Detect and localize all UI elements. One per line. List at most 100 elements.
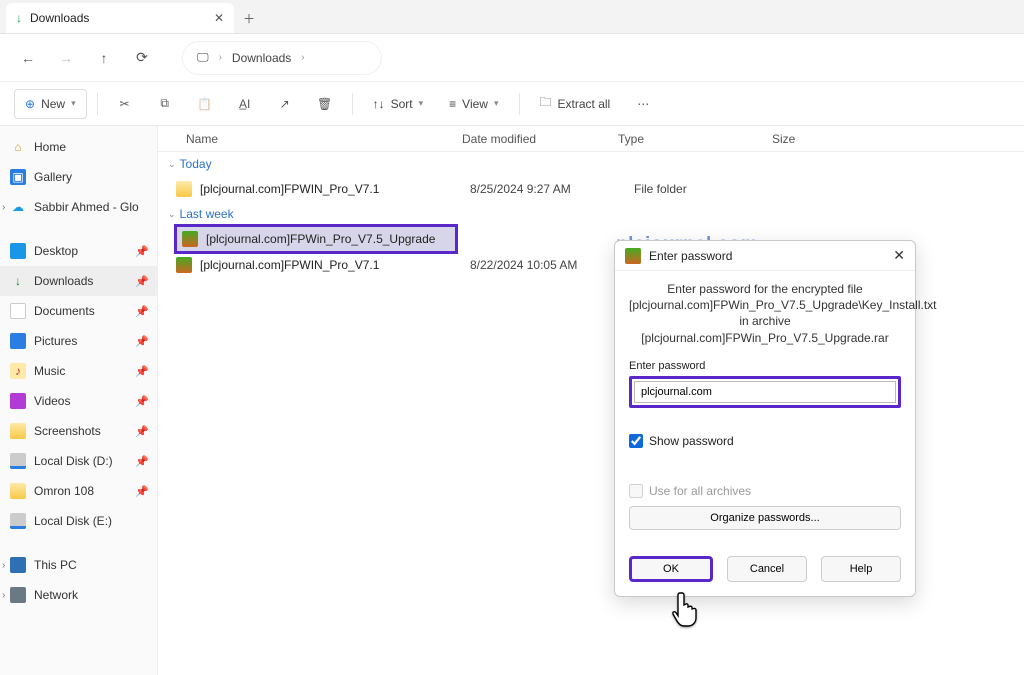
chevron-right-icon[interactable]: › bbox=[2, 560, 5, 571]
sidebar-item-desktop[interactable]: Desktop 📌 bbox=[0, 236, 157, 266]
pin-icon: 📌 bbox=[135, 455, 149, 468]
sidebar-item-label: Local Disk (D:) bbox=[34, 454, 113, 468]
sidebar-item-label: This PC bbox=[34, 558, 77, 572]
group-lastweek[interactable]: ⌄Last week bbox=[158, 202, 1024, 226]
folder-icon bbox=[10, 423, 26, 439]
sidebar: ⌂Home ▣Gallery ›☁Sabbir Ahmed - Glo Desk… bbox=[0, 126, 158, 675]
group-label: Last week bbox=[180, 207, 234, 221]
column-headers: Name Date modified Type Size bbox=[158, 126, 1024, 152]
file-row-selected[interactable]: [plcjournal.com]FPWin_Pro_V7.5_Upgrade bbox=[176, 226, 456, 252]
column-name[interactable]: Name bbox=[186, 132, 462, 146]
pin-icon: 📌 bbox=[135, 395, 149, 408]
sidebar-item-gallery[interactable]: ▣Gallery bbox=[0, 162, 157, 192]
music-icon: ♪ bbox=[10, 363, 26, 379]
new-label: New bbox=[41, 97, 65, 111]
view-button[interactable]: ≡ View ▾ bbox=[439, 89, 508, 119]
sidebar-item-thispc[interactable]: › This PC bbox=[0, 550, 157, 580]
sidebar-item-label: Screenshots bbox=[34, 424, 101, 438]
ok-button[interactable]: OK bbox=[629, 556, 713, 582]
sidebar-item-label: Documents bbox=[34, 304, 95, 318]
extract-icon: 🗀 bbox=[540, 93, 552, 114]
more-button[interactable]: ⋯ bbox=[626, 89, 660, 119]
rar-icon bbox=[625, 248, 641, 264]
share-button[interactable]: ↗ bbox=[268, 89, 302, 119]
back-button[interactable]: ← bbox=[20, 50, 36, 66]
new-button[interactable]: ⊕ New ▾ bbox=[14, 89, 87, 119]
desktop-icon bbox=[10, 243, 26, 259]
sidebar-item-onedrive[interactable]: ›☁Sabbir Ahmed - Glo bbox=[0, 192, 157, 222]
paste-button[interactable]: 📋 bbox=[188, 89, 222, 119]
sidebar-item-screenshots[interactable]: Screenshots📌 bbox=[0, 416, 157, 446]
new-tab-button[interactable]: ＋ bbox=[234, 3, 264, 33]
copy-button[interactable]: ⧉ bbox=[148, 89, 182, 119]
pin-icon: 📌 bbox=[135, 335, 149, 348]
sidebar-item-label: Videos bbox=[34, 394, 70, 408]
chevron-down-icon: ▾ bbox=[494, 98, 499, 109]
tab-downloads[interactable]: ↓ Downloads ✕ bbox=[6, 3, 234, 33]
sidebar-item-pictures[interactable]: Pictures 📌 bbox=[0, 326, 157, 356]
sidebar-item-disk-e[interactable]: Local Disk (E:) bbox=[0, 506, 157, 536]
file-type: File folder bbox=[634, 182, 788, 196]
pin-icon: 📌 bbox=[135, 305, 149, 318]
chevron-right-icon[interactable]: › bbox=[2, 202, 5, 213]
column-date[interactable]: Date modified bbox=[462, 132, 618, 146]
cut-button[interactable]: ✂ bbox=[108, 89, 142, 119]
show-password-input[interactable] bbox=[629, 434, 643, 448]
refresh-button[interactable]: ⟳ bbox=[134, 50, 150, 66]
sidebar-item-label: Sabbir Ahmed - Glo bbox=[34, 200, 139, 214]
sidebar-item-omron[interactable]: Omron 108📌 bbox=[0, 476, 157, 506]
dialog-info-line: in archive [plcjournal.com]FPWin_Pro_V7.… bbox=[629, 313, 901, 345]
sidebar-item-downloads[interactable]: ↓Downloads📌 bbox=[0, 266, 157, 296]
password-input[interactable] bbox=[634, 381, 896, 403]
use-all-archives-checkbox[interactable]: Use for all archives bbox=[629, 484, 901, 498]
chevron-right-icon: › bbox=[301, 52, 304, 63]
password-dialog: Enter password ✕ Enter password for the … bbox=[614, 240, 916, 597]
file-row[interactable]: [plcjournal.com]FPWIN_Pro_V7.1 8/25/2024… bbox=[158, 176, 1024, 202]
up-button[interactable]: ↑ bbox=[96, 50, 112, 66]
file-name: [plcjournal.com]FPWin_Pro_V7.5_Upgrade bbox=[206, 232, 435, 246]
forward-button[interactable]: → bbox=[58, 50, 74, 66]
sidebar-item-home[interactable]: ⌂Home bbox=[0, 132, 157, 162]
sidebar-item-music[interactable]: ♪Music📌 bbox=[0, 356, 157, 386]
rename-button[interactable]: A̲І bbox=[228, 89, 262, 119]
column-size[interactable]: Size bbox=[772, 132, 852, 146]
column-type[interactable]: Type bbox=[618, 132, 772, 146]
pin-icon: 📌 bbox=[135, 365, 149, 378]
sidebar-item-network[interactable]: › Network bbox=[0, 580, 157, 610]
group-today[interactable]: ⌄Today bbox=[158, 152, 1024, 176]
dialog-info-line: [plcjournal.com]FPWin_Pro_V7.5_Upgrade\K… bbox=[629, 297, 901, 313]
sidebar-item-label: Pictures bbox=[34, 334, 77, 348]
gallery-icon: ▣ bbox=[10, 169, 26, 185]
show-password-checkbox[interactable]: Show password bbox=[629, 434, 901, 448]
sidebar-item-label: Downloads bbox=[34, 274, 93, 288]
sidebar-item-label: Network bbox=[34, 588, 78, 602]
sidebar-item-label: Desktop bbox=[34, 244, 78, 258]
cancel-button[interactable]: Cancel bbox=[727, 556, 807, 582]
pin-icon: 📌 bbox=[135, 275, 149, 288]
sidebar-item-disk-d[interactable]: Local Disk (D:) 📌 bbox=[0, 446, 157, 476]
use-all-archives-input[interactable] bbox=[629, 484, 643, 498]
pin-icon: 📌 bbox=[135, 245, 149, 258]
sort-button[interactable]: ↑↓ Sort ▾ bbox=[363, 89, 434, 119]
separator bbox=[352, 93, 353, 115]
tab-bar: ↓ Downloads ✕ ＋ bbox=[0, 0, 1024, 34]
delete-button[interactable]: 🗑 bbox=[308, 89, 342, 119]
dialog-title: Enter password bbox=[649, 249, 732, 263]
tab-close-icon[interactable]: ✕ bbox=[214, 11, 224, 25]
file-date: 8/25/2024 9:27 AM bbox=[470, 182, 626, 196]
organize-passwords-button[interactable]: Organize passwords... bbox=[629, 506, 901, 530]
group-label: Today bbox=[180, 157, 212, 171]
view-label: View bbox=[462, 97, 488, 111]
sidebar-item-documents[interactable]: Documents 📌 bbox=[0, 296, 157, 326]
file-date: 8/22/2024 10:05 AM bbox=[470, 258, 626, 272]
document-icon bbox=[10, 303, 26, 319]
dialog-close-button[interactable]: ✕ bbox=[893, 247, 905, 264]
extract-all-button[interactable]: 🗀 Extract all bbox=[530, 89, 621, 119]
rar-icon bbox=[176, 257, 192, 273]
sort-icon: ↑↓ bbox=[373, 97, 385, 111]
sidebar-item-videos[interactable]: Videos 📌 bbox=[0, 386, 157, 416]
chevron-right-icon[interactable]: › bbox=[2, 590, 5, 601]
breadcrumb[interactable]: 🖵 › Downloads › bbox=[182, 41, 382, 75]
help-button[interactable]: Help bbox=[821, 556, 901, 582]
show-password-label: Show password bbox=[649, 434, 734, 448]
